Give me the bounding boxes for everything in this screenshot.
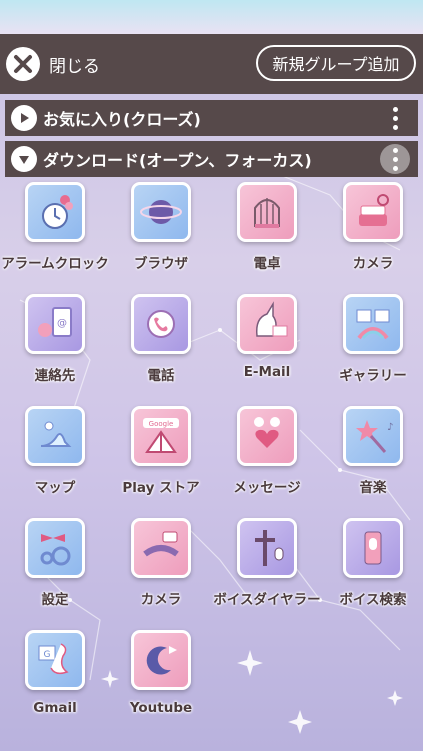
app-label: アラームクロック: [1, 256, 109, 272]
folder-favorites[interactable]: お気に入り(クローズ): [5, 100, 418, 136]
app-label: ギャラリー: [339, 368, 407, 384]
app-item[interactable]: ブラウザ: [111, 180, 211, 288]
close-label: 閉じる: [49, 56, 100, 77]
birdcage-icon: [237, 182, 297, 242]
new-group-button[interactable]: 新規グループ追加: [256, 45, 416, 81]
app-item[interactable]: Youtube: [111, 628, 211, 736]
alarm-clock-icon: [25, 182, 85, 242]
google-play-tent-icon: Google: [131, 406, 191, 466]
app-label: 音楽: [359, 480, 387, 496]
app-label: ブラウザ: [134, 256, 188, 272]
app-item[interactable]: @ 連絡先: [5, 292, 105, 400]
gallery-rainbow-icon: [343, 294, 403, 354]
close-button[interactable]: 閉じる: [6, 46, 100, 82]
svg-text:Google: Google: [149, 420, 174, 428]
app-item[interactable]: ♪ 音楽: [323, 404, 423, 512]
app-item[interactable]: ボイスダイヤラー: [213, 516, 321, 624]
folder-title: ダウンロード(オープン、フォーカス): [43, 151, 312, 170]
svg-text:♪: ♪: [387, 422, 393, 433]
header-bar: 閉じる 新規グループ追加: [0, 34, 423, 94]
app-label: カメラ: [352, 256, 394, 272]
winged-heart-icon: [237, 406, 297, 466]
contacts-icon: @: [25, 294, 85, 354]
bow-gears-icon: [25, 518, 85, 578]
app-label: Youtube: [129, 700, 193, 716]
app-item[interactable]: G Gmail: [5, 628, 105, 736]
app-item[interactable]: アラームクロック: [1, 180, 109, 288]
app-label: マップ: [34, 480, 76, 496]
more-options-icon[interactable]: [380, 144, 410, 174]
app-label: 連絡先: [34, 368, 76, 384]
unicorn-mail-icon: [237, 294, 297, 354]
close-icon: [6, 47, 40, 81]
app-item[interactable]: カメラ: [111, 516, 211, 624]
folder-title: お気に入り(クローズ): [43, 110, 201, 129]
app-label: 設定: [41, 592, 69, 608]
phone-icon: [131, 294, 191, 354]
app-item[interactable]: カメラ: [323, 180, 423, 288]
app-item[interactable]: メッセージ: [217, 404, 317, 512]
app-item[interactable]: E-Mail: [217, 292, 317, 400]
mic-phone-icon: [343, 518, 403, 578]
app-label: Play ストア: [122, 480, 200, 496]
app-label: 電卓: [253, 256, 281, 272]
app-label: メッセージ: [233, 480, 301, 496]
folder-downloads[interactable]: ダウンロード(オープン、フォーカス): [5, 141, 418, 177]
app-item[interactable]: 電卓: [217, 180, 317, 288]
svg-text:G: G: [44, 650, 51, 660]
app-label: ボイスダイヤラー: [213, 592, 321, 608]
swan-mail-icon: G: [25, 630, 85, 690]
app-label: 電話: [147, 368, 175, 384]
expand-arrow-icon: [11, 146, 37, 172]
top-background-strip: [0, 0, 423, 34]
svg-text:@: @: [57, 318, 67, 329]
app-label: Gmail: [33, 700, 77, 716]
video-camera-candy-icon: [131, 518, 191, 578]
app-item[interactable]: ギャラリー: [323, 292, 423, 400]
play-arrow-icon: [11, 105, 37, 131]
camera-cake-icon: [343, 182, 403, 242]
app-label: カメラ: [140, 592, 182, 608]
star-wand-icon: ♪: [343, 406, 403, 466]
app-item[interactable]: 設定: [5, 516, 105, 624]
app-label: E-Mail: [243, 364, 291, 380]
app-item[interactable]: Google Play ストア: [111, 404, 211, 512]
app-label: ボイス検索: [339, 592, 407, 608]
glass-slipper-icon: [25, 406, 85, 466]
moon-play-icon: [131, 630, 191, 690]
app-item[interactable]: マップ: [5, 404, 105, 512]
app-item[interactable]: ボイス検索: [323, 516, 423, 624]
more-options-icon[interactable]: [380, 103, 410, 133]
planet-icon: [131, 182, 191, 242]
app-item[interactable]: 電話: [111, 292, 211, 400]
cross-mic-icon: [237, 518, 297, 578]
